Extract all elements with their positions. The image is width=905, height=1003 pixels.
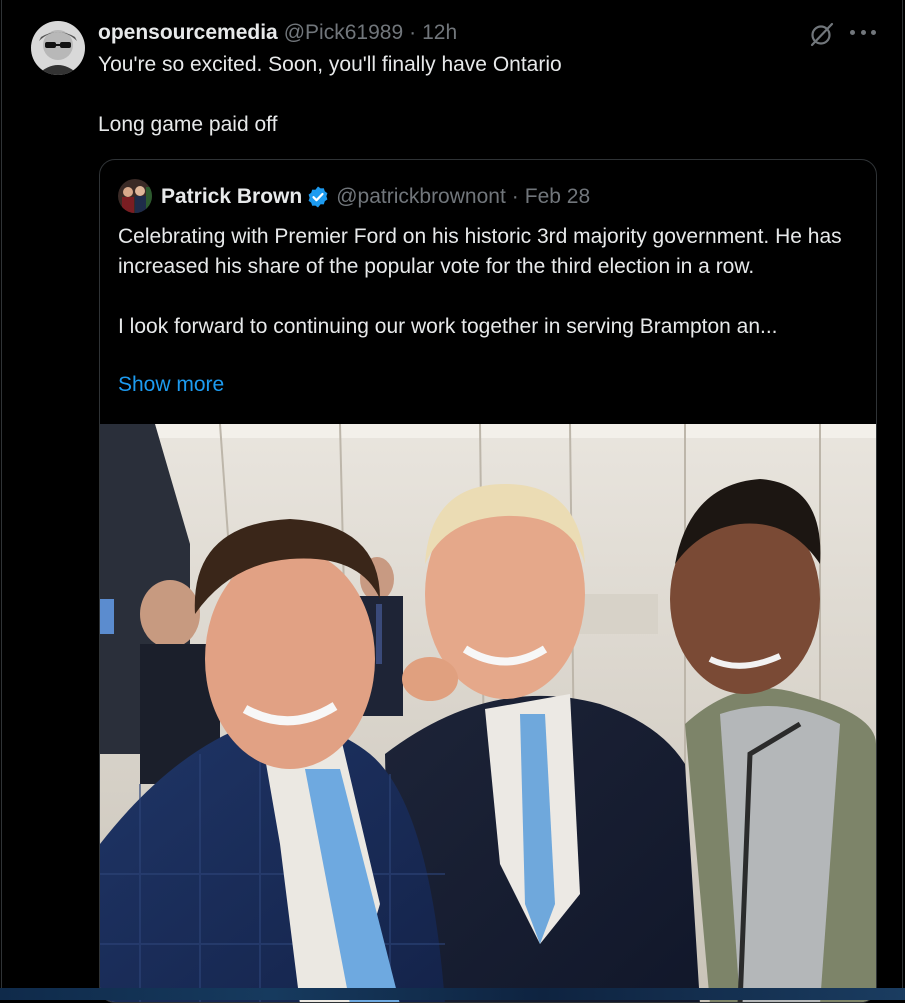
- tweet-header: opensourcemedia @Pick61989 · 12h: [98, 18, 457, 48]
- quoted-tweet-card[interactable]: Patrick Brown @patrickbrownont · Feb 28 …: [99, 159, 877, 1003]
- quoted-tweet-header: Patrick Brown @patrickbrownont · Feb 28: [161, 182, 590, 212]
- quoted-header-separator: ·: [511, 185, 519, 208]
- tweet-text-line: You're so excited. Soon, you'll finally …: [98, 53, 562, 76]
- quoted-tweet-photo[interactable]: [100, 424, 876, 1003]
- author-handle[interactable]: @Pick61989: [284, 21, 403, 45]
- quoted-handle[interactable]: @patrickbrownont: [336, 185, 506, 209]
- quoted-avatar-image: [118, 179, 152, 213]
- verified-badge-icon: [308, 186, 328, 208]
- author-display-name[interactable]: opensourcemedia: [98, 21, 278, 45]
- grok-icon[interactable]: [808, 20, 836, 48]
- tweet-view: opensourcemedia @Pick61989 · 12h You're …: [0, 0, 905, 1003]
- tweet-text-line: Long game paid off: [98, 113, 278, 136]
- timeline-left-border: [1, 0, 2, 988]
- quoted-text-paragraph: Celebrating with Premier Ford on his his…: [118, 225, 842, 278]
- tweet-timestamp[interactable]: 12h: [422, 21, 457, 45]
- quoted-display-name[interactable]: Patrick Brown: [161, 185, 302, 209]
- more-options-icon[interactable]: [850, 22, 876, 42]
- bottom-edge-strip: [0, 988, 905, 1000]
- author-avatar[interactable]: [31, 21, 85, 75]
- quoted-author-avatar[interactable]: [118, 179, 152, 213]
- tweet-text: You're so excited. Soon, you'll finally …: [98, 50, 838, 140]
- timeline-right-border: [902, 0, 903, 988]
- quoted-text-paragraph: I look forward to continuing our work to…: [118, 315, 778, 338]
- quoted-tweet-text: Celebrating with Premier Ford on his his…: [118, 222, 860, 342]
- quoted-date[interactable]: Feb 28: [525, 185, 590, 209]
- show-more-link[interactable]: Show more: [118, 370, 224, 400]
- author-avatar-image: [31, 21, 85, 75]
- header-separator: ·: [409, 21, 417, 44]
